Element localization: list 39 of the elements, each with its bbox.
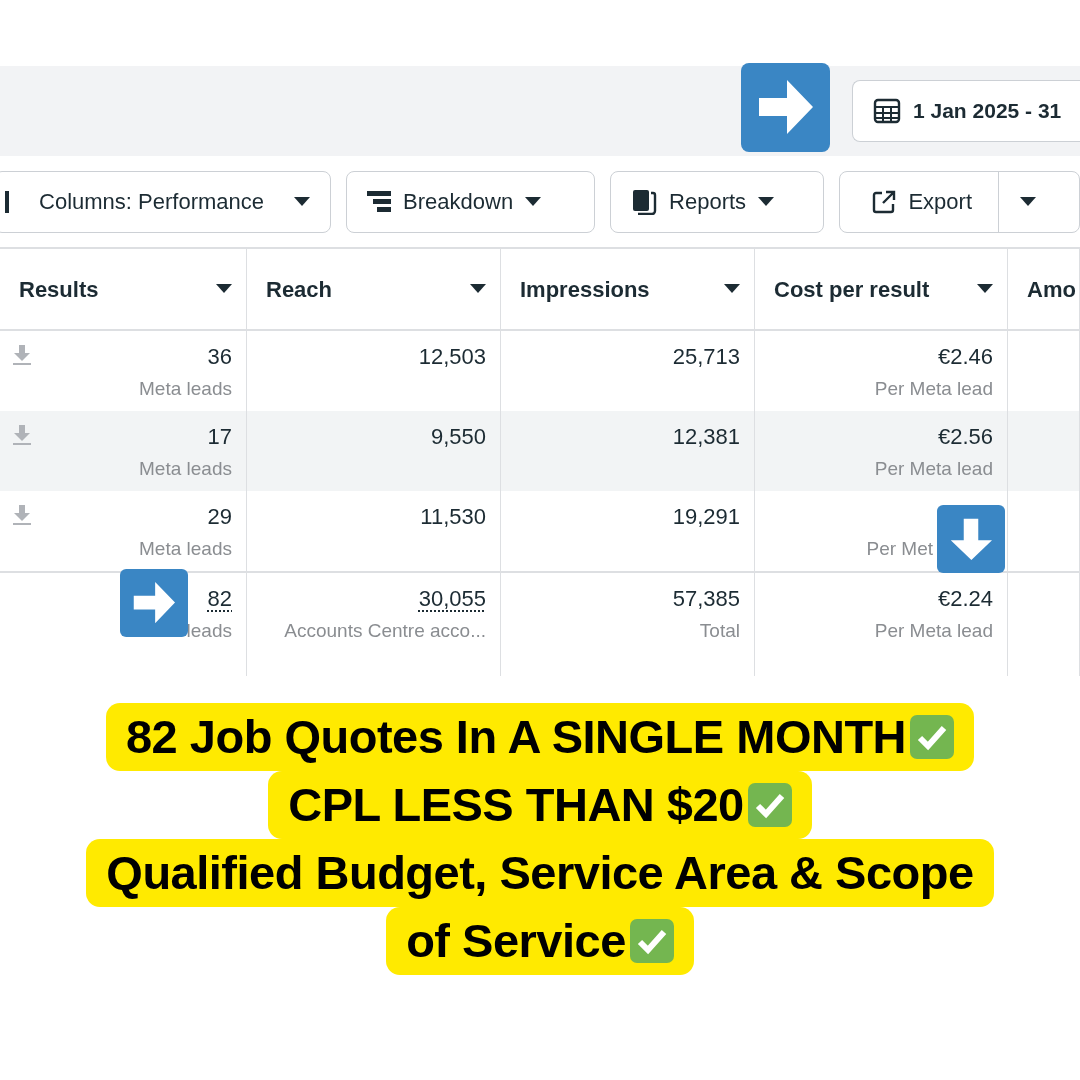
table-cell: 19,291 (501, 491, 755, 571)
download-icon (13, 505, 31, 525)
arrow-right-icon (120, 569, 188, 637)
caret-icon (977, 284, 993, 294)
caret-icon (470, 284, 486, 294)
column-header[interactable]: Amo (1008, 249, 1080, 329)
dropdown-button[interactable]: Breakdown (346, 170, 596, 233)
download-icon (13, 425, 31, 445)
column-header[interactable]: Results (0, 249, 247, 329)
dropdown-button[interactable]: Columns: Performance (0, 170, 332, 233)
table-cell: 9,550 (247, 411, 501, 491)
arrow-down-icon (937, 505, 1005, 573)
column-header[interactable]: Reach (247, 249, 501, 329)
column-header[interactable]: Cost per result (755, 249, 1008, 329)
check-icon (747, 783, 792, 827)
table-cell: 17 Meta leads (0, 411, 247, 491)
caret-icon (758, 196, 775, 207)
reports-icon (631, 188, 658, 215)
dropdown-button[interactable]: Reports (610, 170, 825, 233)
breakdown-icon (367, 190, 392, 213)
table-cell: 11,530 (247, 491, 501, 571)
table-cell: 12,381 (501, 411, 755, 491)
column-header[interactable]: Impressions (501, 249, 755, 329)
caret-icon (216, 284, 232, 294)
download-icon (13, 345, 31, 365)
column-bar-icon (5, 190, 9, 213)
date-range-button[interactable]: 1 Jan 2025 - 31 (852, 80, 1080, 142)
arrow-right-icon (741, 63, 830, 152)
check-icon (910, 715, 955, 759)
check-icon (629, 919, 674, 963)
export-icon (872, 189, 897, 214)
caret-icon (1020, 196, 1036, 207)
caret-icon (724, 284, 740, 294)
table-cell: 57,385 Total (501, 573, 755, 676)
table-cell: €2.56 Per Meta lead (755, 411, 1008, 491)
table-cell: 30,055 Accounts Centre acco... (247, 573, 501, 676)
caret-icon (525, 196, 542, 207)
caret-icon (294, 196, 311, 207)
calendar-icon (873, 97, 901, 125)
